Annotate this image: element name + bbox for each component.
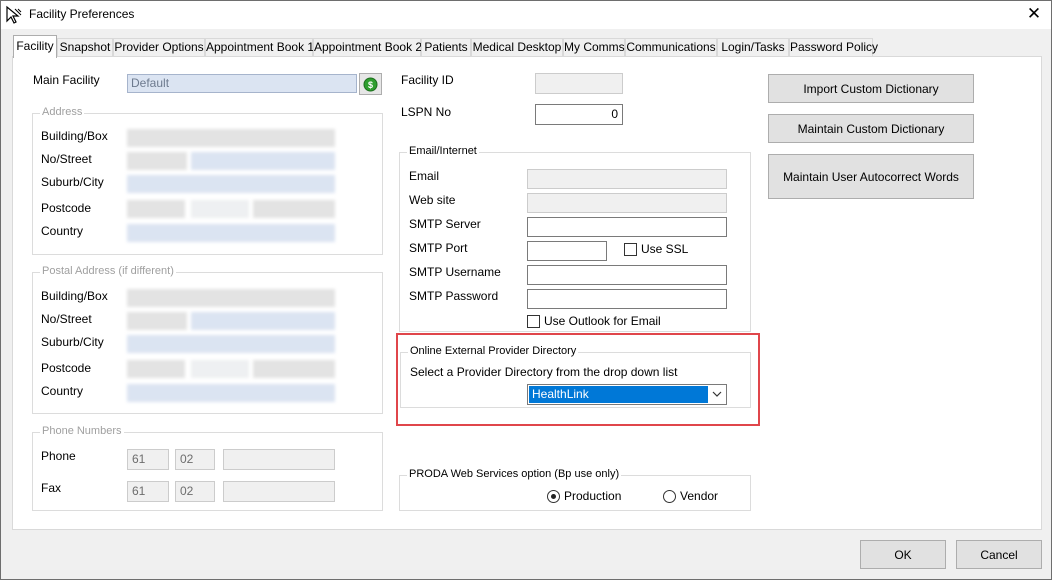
postal-address-group-title: Postal Address (if different) <box>40 265 176 277</box>
fax-country-field[interactable]: 61 <box>127 481 169 502</box>
address-street-number-field[interactable] <box>127 152 187 170</box>
fax-label: Fax <box>41 481 62 495</box>
smtp-server-label: SMTP Server <box>409 217 481 231</box>
use-outlook-label: Use Outlook for Email <box>544 314 661 328</box>
provider-directory-group-title: Online External Provider Directory <box>408 345 579 357</box>
info-green-icon: $ <box>363 77 378 92</box>
postal-street-field[interactable] <box>191 312 335 330</box>
postal-country-field[interactable] <box>127 384 335 402</box>
postal-country-label: Country <box>41 384 84 398</box>
fax-number-field[interactable] <box>223 481 335 502</box>
postal-state-field[interactable] <box>191 360 249 378</box>
postal-building-field[interactable] <box>127 289 335 307</box>
facility-info-button[interactable]: $ <box>359 73 382 95</box>
provider-directory-instruction: Select a Provider Directory from the dro… <box>410 365 678 379</box>
tab-appointment-book-2[interactable]: Appointment Book 2 <box>313 38 422 57</box>
ok-button[interactable]: OK <box>860 540 946 569</box>
smtp-port-label: SMTP Port <box>409 241 468 255</box>
main-facility-label: Main Facility <box>33 73 100 87</box>
phone-country-field[interactable]: 61 <box>127 449 169 470</box>
smtp-username-field[interactable] <box>527 265 727 285</box>
close-button[interactable]: ✕ <box>1017 1 1051 27</box>
address-suburb-label: Suburb/City <box>41 175 104 189</box>
phone-label: Phone <box>41 449 76 463</box>
use-outlook-checkbox[interactable] <box>527 315 540 328</box>
email-field[interactable] <box>527 169 727 189</box>
tab-appointment-book-1[interactable]: Appointment Book 1 <box>205 38 314 57</box>
lspn-field[interactable]: 0 <box>535 104 623 125</box>
phone-number-field[interactable] <box>223 449 335 470</box>
address-postcode-label: Postcode <box>41 201 92 215</box>
proda-group-title: PRODA Web Services option (Bp use only) <box>407 468 622 480</box>
tab-login-tasks[interactable]: Login/Tasks <box>717 38 789 57</box>
tab-my-comms[interactable]: My Comms <box>563 38 625 57</box>
use-ssl-checkbox[interactable] <box>624 243 637 256</box>
address-country-field[interactable] <box>127 224 335 242</box>
smtp-password-label: SMTP Password <box>409 289 499 303</box>
maintain-custom-dictionary-button[interactable]: Maintain Custom Dictionary <box>768 114 974 143</box>
smtp-username-label: SMTP Username <box>409 265 501 279</box>
tab-snapshot[interactable]: Snapshot <box>57 38 113 57</box>
website-label: Web site <box>409 193 456 207</box>
phone-area-field[interactable]: 02 <box>175 449 215 470</box>
phone-numbers-group-title: Phone Numbers <box>40 425 124 437</box>
main-facility-select[interactable]: Default <box>127 74 357 93</box>
postal-street-label: No/Street <box>41 312 92 326</box>
fax-area-field[interactable]: 02 <box>175 481 215 502</box>
provider-directory-dropdown[interactable]: HealthLink <box>527 384 727 405</box>
tab-provider-options[interactable]: Provider Options <box>113 38 205 57</box>
proda-production-label: Production <box>564 489 622 503</box>
postal-postcode-field[interactable] <box>127 360 185 378</box>
chevron-down-icon <box>712 391 722 397</box>
smtp-password-field[interactable] <box>527 289 727 309</box>
tab-patients[interactable]: Patients <box>421 38 471 57</box>
proda-vendor-label: Vendor <box>680 489 719 503</box>
address-postcode-field[interactable] <box>127 200 185 218</box>
address-extra-field[interactable] <box>253 200 335 218</box>
cursor-icon <box>6 5 22 24</box>
tab-facility[interactable]: Facility <box>13 35 57 58</box>
address-state-field[interactable] <box>191 200 249 218</box>
address-building-label: Building/Box <box>41 129 108 143</box>
facility-preferences-window: Facility Preferences ✕ Facility Snapshot… <box>0 0 1052 580</box>
import-custom-dictionary-button[interactable]: Import Custom Dictionary <box>768 74 974 103</box>
lspn-label: LSPN No <box>401 105 452 119</box>
smtp-port-field[interactable] <box>527 241 607 261</box>
postal-suburb-field[interactable] <box>127 335 335 353</box>
address-street-label: No/Street <box>41 152 92 166</box>
window-title: Facility Preferences <box>29 7 135 21</box>
postal-street-number-field[interactable] <box>127 312 187 330</box>
address-building-field[interactable] <box>127 129 335 147</box>
facility-id-label: Facility ID <box>401 73 454 87</box>
address-group-title: Address <box>40 106 85 118</box>
email-internet-group-title: Email/Internet <box>407 145 479 157</box>
maintain-user-autocorrect-button[interactable]: Maintain User Autocorrect Words <box>768 154 974 199</box>
postal-building-label: Building/Box <box>41 289 108 303</box>
website-field[interactable] <box>527 193 727 213</box>
tab-communications[interactable]: Communications <box>625 38 717 57</box>
address-street-field[interactable] <box>191 152 335 170</box>
email-label: Email <box>409 169 440 183</box>
tab-medical-desktop[interactable]: Medical Desktop <box>471 38 563 57</box>
smtp-server-field[interactable] <box>527 217 727 237</box>
close-icon: ✕ <box>1026 4 1042 23</box>
proda-vendor-radio[interactable] <box>663 490 676 503</box>
postal-extra-field[interactable] <box>253 360 335 378</box>
svg-text:$: $ <box>368 80 373 90</box>
tab-password-policy[interactable]: Password Policy <box>789 38 878 57</box>
address-country-label: Country <box>41 224 84 238</box>
address-suburb-field[interactable] <box>127 175 335 193</box>
title-bar: Facility Preferences ✕ <box>1 1 1051 29</box>
proda-production-radio[interactable] <box>547 490 560 503</box>
postal-postcode-label: Postcode <box>41 361 92 375</box>
facility-id-field[interactable] <box>535 73 623 94</box>
provider-directory-selected: HealthLink <box>529 386 708 403</box>
use-ssl-label: Use SSL <box>641 242 689 256</box>
postal-suburb-label: Suburb/City <box>41 335 104 349</box>
cancel-button[interactable]: Cancel <box>956 540 1042 569</box>
